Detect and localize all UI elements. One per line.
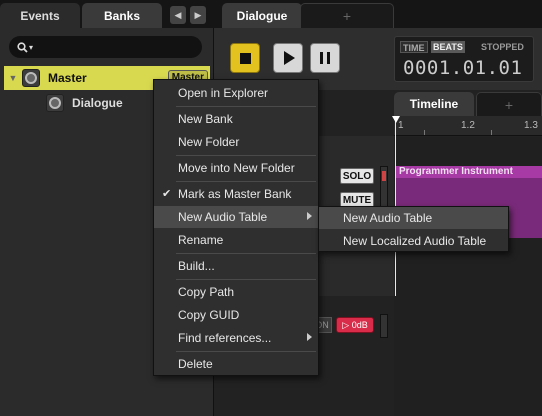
- menu-separator: [176, 279, 316, 280]
- nav-forward-icon[interactable]: ▶: [190, 6, 206, 24]
- menu-item-label: Delete: [178, 357, 213, 371]
- menu-item-delete[interactable]: Delete: [154, 353, 318, 375]
- ruler-tick: 1.2: [461, 120, 475, 131]
- menu-item-open-in-explorer[interactable]: Open in Explorer: [154, 82, 318, 104]
- volume-knob[interactable]: ▷ 0dB: [336, 317, 374, 333]
- ruler-minor-tick: [424, 130, 425, 135]
- time-display: TIME BEATS STOPPED 0001.01.01: [394, 36, 534, 82]
- time-mode-button[interactable]: TIME: [400, 41, 428, 53]
- menu-separator: [176, 351, 316, 352]
- tree-item-label: Master: [48, 71, 87, 85]
- menu-item-new-audio-table[interactable]: New Audio Table: [154, 206, 318, 228]
- menu-item-label: Mark as Master Bank: [178, 187, 292, 201]
- menu-item-label: Copy GUID: [178, 308, 240, 322]
- menu-item-mark-as-master-bank[interactable]: ✔ Mark as Master Bank: [154, 183, 318, 205]
- menu-item-new-bank[interactable]: New Bank: [154, 108, 318, 130]
- master-level-meter: [380, 314, 388, 338]
- tree-item-label: Dialogue: [72, 96, 123, 110]
- menu-item-label: New Folder: [178, 135, 240, 149]
- pause-icon: [320, 52, 330, 64]
- bank-icon: [22, 69, 40, 87]
- stop-button[interactable]: [230, 43, 260, 73]
- menu-item-label: Rename: [178, 233, 224, 247]
- tab-events[interactable]: Events: [0, 3, 80, 28]
- beats-mode-button[interactable]: BEATS: [431, 41, 465, 53]
- tree-item-dialogue[interactable]: Dialogue: [46, 92, 123, 114]
- menu-item-copy-path[interactable]: Copy Path: [154, 281, 318, 303]
- editor-tab-bar: Dialogue +: [214, 0, 542, 28]
- menu-item-copy-guid[interactable]: Copy GUID: [154, 304, 318, 326]
- add-tab-button[interactable]: +: [300, 3, 394, 28]
- timeline-position: 0001.01.01: [403, 57, 523, 79]
- checkmark-icon: ✔: [162, 188, 172, 200]
- expand-arrow-icon[interactable]: ▼: [4, 73, 22, 83]
- solo-button[interactable]: SOLO: [340, 168, 374, 184]
- bank-icon: [46, 94, 64, 112]
- menu-item-build[interactable]: Build...: [154, 255, 318, 277]
- menu-item-label: New Bank: [178, 112, 233, 126]
- menu-separator: [176, 106, 316, 107]
- tab-dialogue[interactable]: Dialogue: [222, 3, 302, 28]
- play-icon: [284, 51, 295, 65]
- programmer-instrument[interactable]: Programmer Instrument: [396, 166, 542, 178]
- master-track-controls: ON ▷ 0dB: [312, 316, 374, 334]
- playhead-marker-icon[interactable]: [392, 116, 400, 123]
- menu-item-label: New Localized Audio Table: [343, 234, 487, 248]
- playback-state: STOPPED: [481, 42, 524, 52]
- menu-item-label: Copy Path: [178, 285, 235, 299]
- pause-button[interactable]: [310, 43, 340, 73]
- menu-separator: [176, 155, 316, 156]
- menu-item-find-references[interactable]: Find references...: [154, 327, 318, 349]
- menu-item-move-into-new-folder[interactable]: Move into New Folder: [154, 157, 318, 179]
- menu-item-label: Build...: [178, 259, 215, 273]
- submenu-arrow-icon: [307, 212, 312, 220]
- search-icon: [17, 41, 28, 53]
- submenu-item-new-localized-audio-table[interactable]: New Localized Audio Table: [319, 230, 508, 252]
- menu-item-label: Find references...: [178, 331, 272, 345]
- ruler-tick: 1.3: [524, 120, 538, 131]
- audio-table-submenu: New Audio Table New Localized Audio Tabl…: [318, 206, 509, 252]
- tab-banks[interactable]: Banks: [82, 3, 162, 28]
- tab-timeline[interactable]: Timeline: [394, 92, 474, 116]
- menu-item-label: New Audio Table: [343, 211, 433, 225]
- menu-item-label: New Audio Table: [178, 210, 268, 224]
- menu-item-label: Move into New Folder: [178, 161, 295, 175]
- left-tab-bar: Events Banks ◀ ▶: [0, 0, 214, 28]
- search-options-icon[interactable]: ▾: [29, 43, 33, 52]
- search-input[interactable]: ▾: [9, 36, 202, 58]
- menu-item-new-folder[interactable]: New Folder: [154, 131, 318, 153]
- nav-back-icon[interactable]: ◀: [170, 6, 186, 24]
- play-button[interactable]: [273, 43, 303, 73]
- context-menu: Open in Explorer New Bank New Folder Mov…: [153, 79, 319, 376]
- stop-icon: [239, 52, 251, 64]
- timeline-ruler[interactable]: 1 1.2 1.3: [394, 116, 542, 136]
- menu-item-rename[interactable]: Rename: [154, 229, 318, 251]
- add-parameter-tab[interactable]: +: [476, 92, 542, 116]
- menu-separator: [176, 181, 316, 182]
- menu-separator: [176, 253, 316, 254]
- submenu-item-new-audio-table[interactable]: New Audio Table: [319, 207, 508, 229]
- menu-item-label: Open in Explorer: [178, 86, 269, 100]
- ruler-minor-tick: [491, 130, 492, 135]
- submenu-arrow-icon: [307, 333, 312, 341]
